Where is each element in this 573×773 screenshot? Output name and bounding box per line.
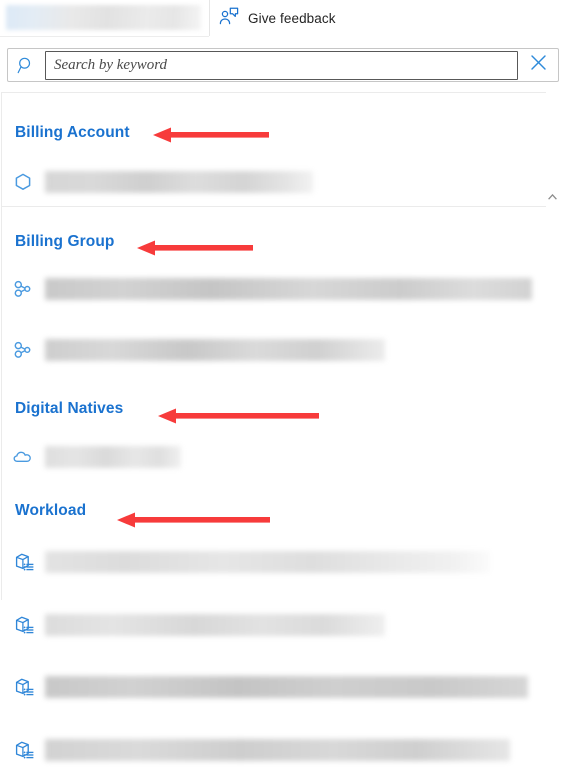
group-nodes-icon xyxy=(13,340,39,360)
cloud-icon xyxy=(13,447,39,467)
search-results-panel: Billing Account Billing Group Digital Na… xyxy=(1,92,573,773)
redacted-item-label xyxy=(45,339,385,361)
section-header-digital-natives: Digital Natives xyxy=(15,400,124,417)
close-icon xyxy=(530,54,547,76)
redacted-item-label xyxy=(45,614,385,636)
search-input[interactable] xyxy=(45,50,518,80)
topbar-underline xyxy=(0,36,209,37)
section-divider xyxy=(1,206,546,207)
group-nodes-icon xyxy=(13,279,39,299)
results-left-border xyxy=(1,92,2,600)
workload-box-icon xyxy=(13,739,39,761)
list-item[interactable] xyxy=(13,610,385,640)
person-feedback-icon xyxy=(219,7,239,30)
redacted-item-label xyxy=(45,676,528,698)
redacted-item-label xyxy=(45,171,313,193)
list-item[interactable] xyxy=(13,335,385,365)
workload-box-icon xyxy=(13,551,39,573)
topbar-divider xyxy=(209,0,210,36)
list-item[interactable] xyxy=(13,672,528,702)
list-item[interactable] xyxy=(13,547,490,577)
list-item[interactable] xyxy=(13,735,510,765)
results-top-divider xyxy=(1,92,546,93)
top-bar: Give feedback xyxy=(0,0,573,37)
redacted-item-label xyxy=(45,739,510,761)
scrollbar-up-arrow[interactable] xyxy=(546,192,558,202)
workload-box-icon xyxy=(13,676,39,698)
list-item[interactable] xyxy=(13,274,532,304)
workload-box-icon xyxy=(13,614,39,636)
section-header-billing-group: Billing Group xyxy=(15,233,115,250)
list-item[interactable] xyxy=(13,442,181,472)
section-header-workload: Workload xyxy=(15,502,87,519)
hexagon-icon xyxy=(13,172,39,192)
give-feedback-label: Give feedback xyxy=(248,10,336,26)
search-bar xyxy=(7,48,559,82)
search-icon[interactable] xyxy=(8,56,45,75)
redacted-item-label xyxy=(45,446,181,468)
redacted-page-title xyxy=(6,5,201,30)
give-feedback-button[interactable]: Give feedback xyxy=(219,5,336,31)
redacted-item-label xyxy=(45,278,532,300)
redacted-item-label xyxy=(45,551,490,573)
clear-search-button[interactable] xyxy=(518,54,558,76)
list-item[interactable] xyxy=(13,167,313,197)
section-header-billing-account: Billing Account xyxy=(15,124,130,141)
